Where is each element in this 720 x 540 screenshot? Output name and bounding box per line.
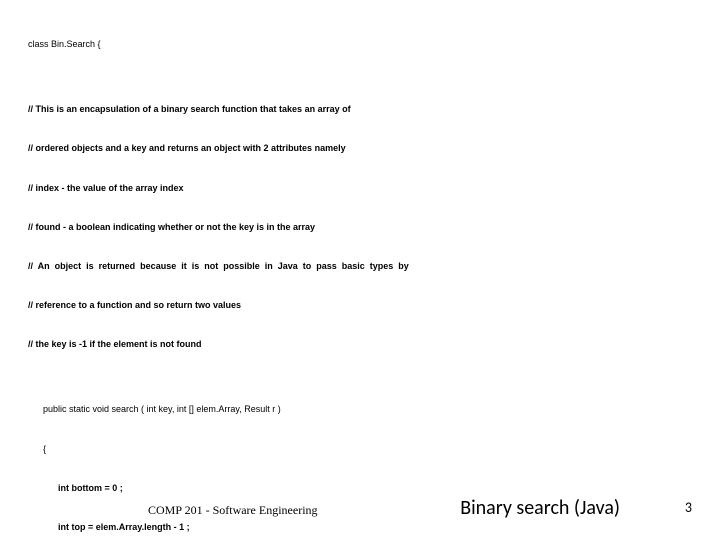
code-comment: // reference to a function and so return… [28,299,690,312]
code-listing: class Bin.Search { // This is an encapsu… [28,12,690,540]
slide-footer: COMP 201 - Software Engineering Binary s… [0,490,720,518]
page-number: 3 [685,499,692,516]
slide-title: Binary search (Java) [460,496,620,520]
code-comment: // found - a boolean indicating whether … [28,221,690,234]
footer-course: COMP 201 - Software Engineering [148,503,318,518]
code-line: { [28,443,690,456]
code-comment: // ordered objects and a key and returns… [28,142,690,155]
code-line: public static void search ( int key, int… [28,403,690,416]
code-comment: // This is an encapsulation of a binary … [28,103,690,116]
code-comment: // the key is -1 if the element is not f… [28,338,690,351]
code-comment: // index - the value of the array index [28,182,690,195]
code-line: int top = elem.Array.length - 1 ; [28,521,690,534]
slide: class Bin.Search { // This is an encapsu… [0,0,720,540]
code-comment: // An object is returned because it is n… [28,260,690,273]
code-line: class Bin.Search { [28,38,690,51]
